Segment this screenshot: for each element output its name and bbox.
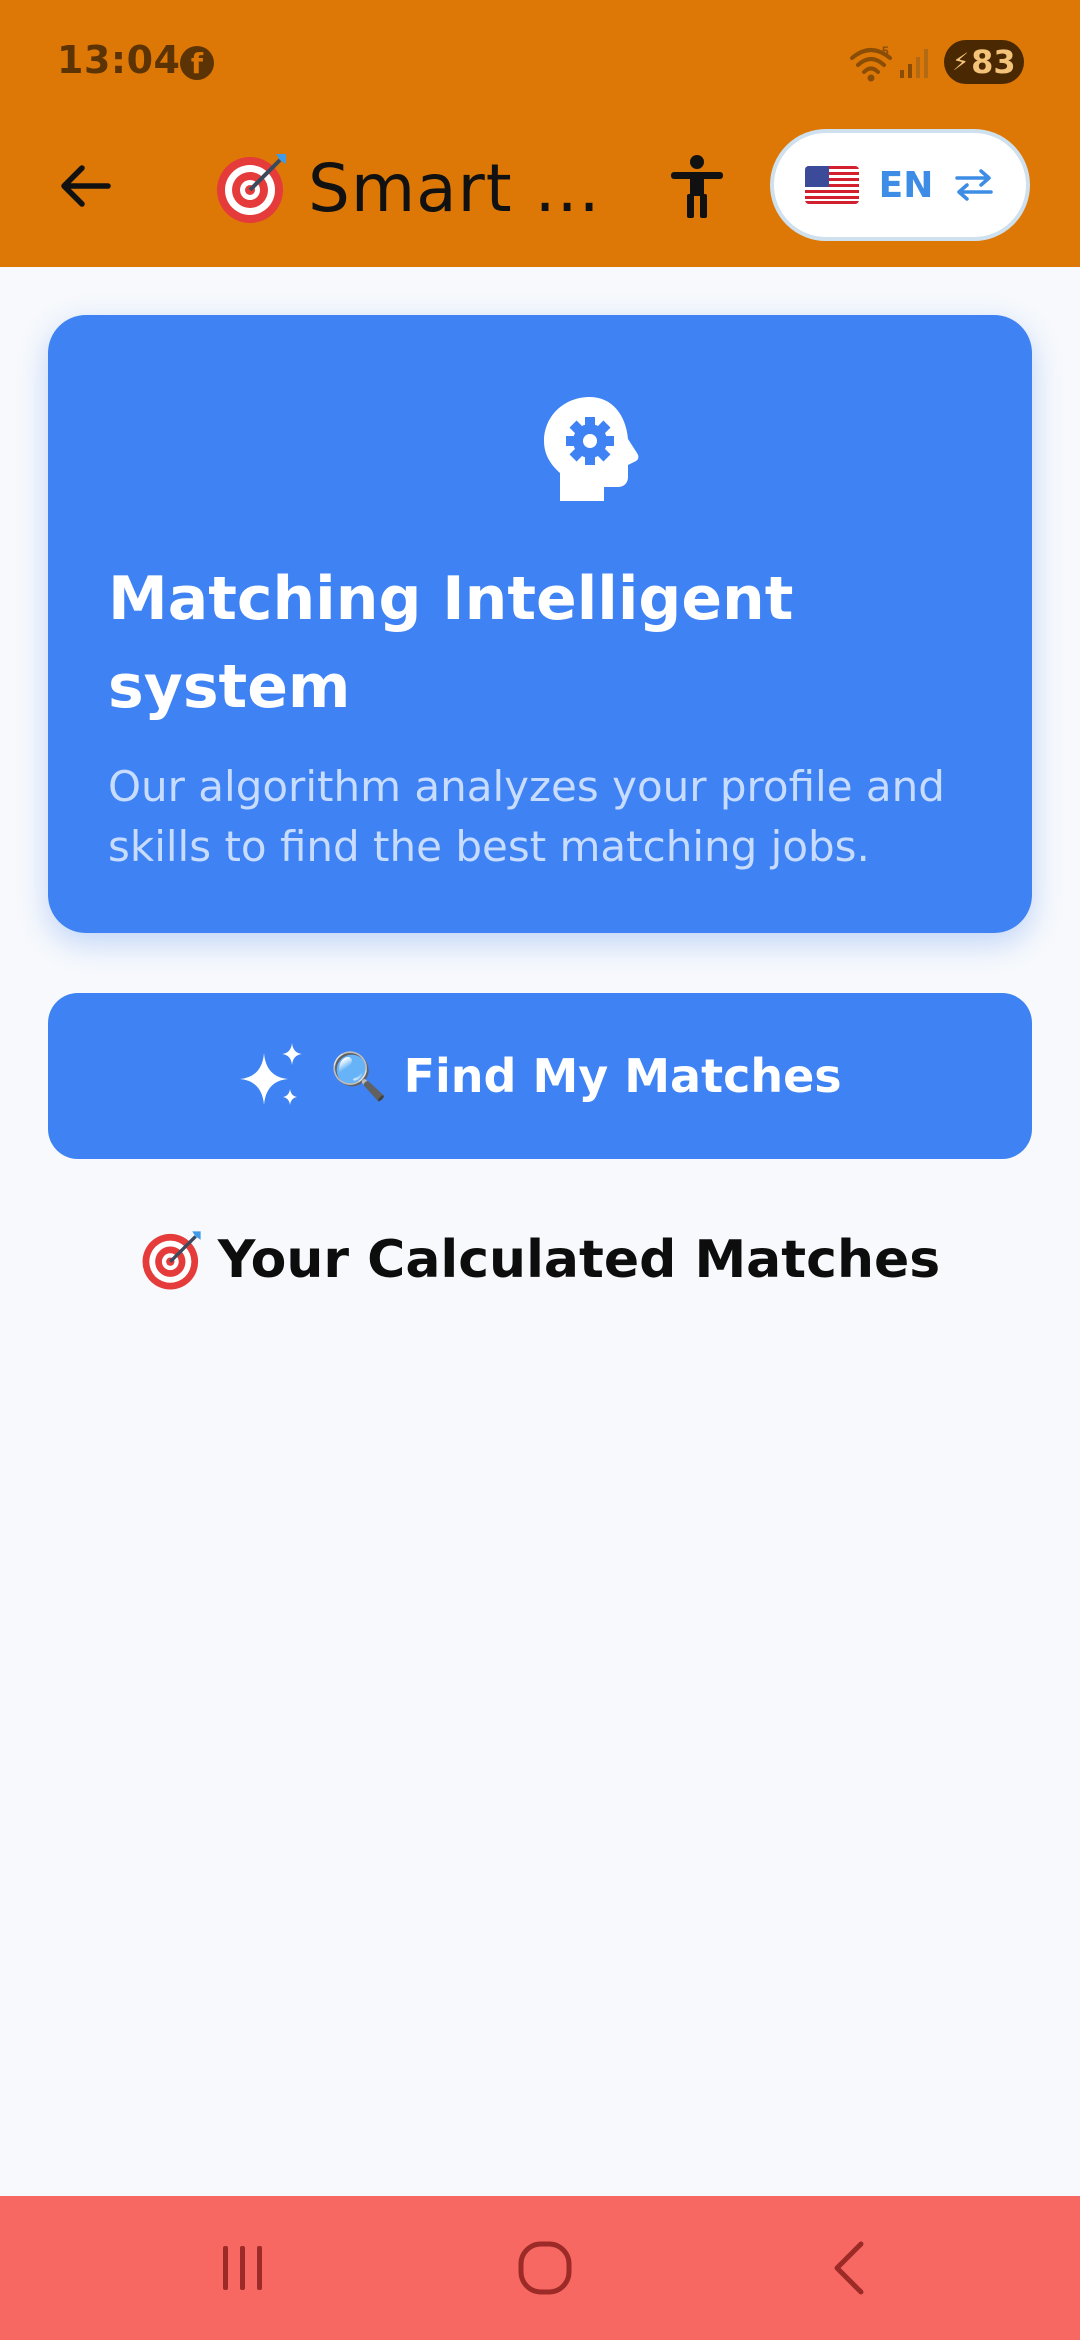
recent-apps-button[interactable] <box>203 2232 283 2304</box>
wifi-icon: 5 <box>850 44 892 82</box>
home-icon <box>518 2241 572 2295</box>
swap-icon <box>955 169 994 201</box>
arrow-left-icon <box>61 165 111 207</box>
brain-gear-icon <box>544 397 639 501</box>
intro-card: Matching Intelligent system Our algorith… <box>48 315 1032 933</box>
header-area: 13:04 f 5 ⚡ 83 Smart ... EN <box>0 0 1080 267</box>
us-flag-icon <box>804 166 859 204</box>
app-title-group: Smart ... <box>214 143 601 233</box>
system-navigation-bar <box>0 2196 1080 2340</box>
app-bar: Smart ... EN <box>0 125 1080 267</box>
status-bar: 13:04 f 5 ⚡ 83 <box>0 0 1080 125</box>
facebook-icon: f <box>180 46 214 80</box>
home-button[interactable] <box>505 2232 585 2304</box>
chevron-left-icon <box>834 2241 864 2295</box>
screen: 13:04 f 5 ⚡ 83 Smart ... EN Matching Int… <box>0 0 1080 2340</box>
recent-apps-icon <box>223 2246 262 2290</box>
find-matches-button[interactable]: 🔍 Find My Matches <box>48 993 1032 1159</box>
language-switch-button[interactable]: EN <box>770 129 1030 241</box>
back-button[interactable] <box>50 151 120 221</box>
matches-title: Your Calculated Matches <box>217 1230 941 1290</box>
battery-indicator: ⚡ 83 <box>944 40 1024 84</box>
card-title: Matching Intelligent system <box>108 564 794 722</box>
language-code: EN <box>878 164 934 206</box>
card-description: Our algorithm analyzes your profile and … <box>108 762 945 871</box>
find-matches-label: 🔍 Find My Matches <box>330 1048 842 1103</box>
charging-icon: ⚡ <box>952 48 970 76</box>
system-back-button[interactable] <box>810 2232 890 2304</box>
matches-heading: Your Calculated Matches <box>0 1220 1080 1300</box>
target-icon <box>217 154 286 223</box>
accessibility-button[interactable] <box>662 147 732 227</box>
status-time: 13:04 <box>57 38 181 82</box>
accessibility-icon <box>671 155 723 218</box>
page-title: Smart ... <box>308 149 601 227</box>
signal-icon <box>900 49 928 78</box>
sparkle-icon <box>240 1043 303 1105</box>
wifi-badge: 5 <box>882 44 889 58</box>
battery-level: 83 <box>971 43 1016 81</box>
target-icon <box>142 1231 201 1290</box>
